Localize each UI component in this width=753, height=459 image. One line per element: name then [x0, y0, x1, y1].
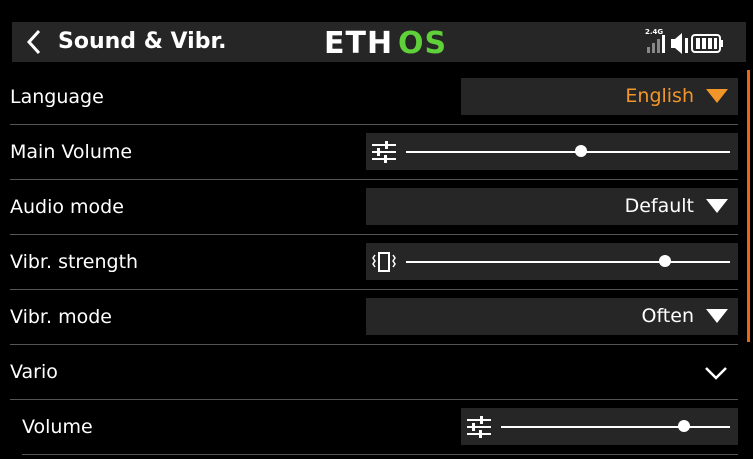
main-volume-slider[interactable]: [366, 133, 738, 170]
language-value: English: [625, 85, 694, 107]
row-vibr-mode: Vibr. mode Often: [0, 290, 738, 345]
audio-mode-value: Default: [624, 195, 694, 217]
vibr-strength-label: Vibr. strength: [10, 251, 139, 273]
battery-icon: [691, 34, 723, 53]
vibration-icon: [372, 252, 396, 272]
slider-track: [406, 151, 730, 153]
vario-label: Vario: [10, 361, 58, 383]
row-vario-volume: Volume: [0, 400, 738, 455]
header: Sound & Vibr. ETH OS 2.4G: [0, 0, 753, 70]
row-vario[interactable]: Vario: [0, 345, 738, 400]
speaker-icon: [671, 33, 688, 54]
audio-mode-dropdown[interactable]: Default: [366, 188, 738, 225]
screen: Sound & Vibr. ETH OS 2.4G Language Engli…: [0, 0, 753, 459]
divider: [22, 454, 738, 455]
vario-volume-label: Volume: [22, 416, 93, 438]
svg-text:OS: OS: [398, 26, 447, 60]
ethos-logo: ETH OS: [324, 26, 447, 60]
row-main-volume: Main Volume: [0, 125, 738, 180]
language-label: Language: [10, 86, 104, 108]
slider-knob[interactable]: [574, 145, 587, 157]
svg-text:2.4G: 2.4G: [645, 28, 663, 36]
vibr-mode-dropdown[interactable]: Often: [366, 298, 738, 335]
row-language: Language English: [0, 70, 738, 125]
signal-icon: 2.4G: [645, 28, 665, 53]
chevron-left-icon: [26, 29, 41, 55]
status-bar-icons: 2.4G: [645, 28, 723, 54]
slider-knob[interactable]: [659, 255, 672, 267]
scrollbar[interactable]: [747, 70, 750, 342]
language-dropdown[interactable]: English: [461, 78, 738, 115]
slider-settings-icon: [467, 416, 491, 438]
vibr-mode-label: Vibr. mode: [10, 306, 112, 328]
row-audio-mode: Audio mode Default: [0, 180, 738, 235]
vibr-strength-slider[interactable]: [366, 243, 738, 280]
status-icons: 2.4G: [640, 24, 750, 60]
vario-volume-slider[interactable]: [461, 408, 738, 445]
back-button[interactable]: [14, 22, 54, 62]
dropdown-arrow-icon: [706, 199, 728, 213]
vibr-mode-value: Often: [641, 305, 695, 327]
page-title: Sound & Vibr.: [58, 29, 227, 54]
slider-knob[interactable]: [678, 420, 691, 432]
main-volume-label: Main Volume: [10, 141, 133, 163]
chevron-down-icon[interactable]: [704, 363, 728, 383]
slider-track: [406, 261, 730, 263]
dropdown-arrow-icon: [706, 309, 728, 323]
slider-track: [501, 426, 730, 428]
audio-mode-label: Audio mode: [10, 196, 124, 218]
svg-text:ETH: ETH: [324, 26, 393, 60]
slider-settings-icon: [372, 141, 396, 163]
dropdown-arrow-icon: [706, 89, 728, 103]
row-vibr-strength: Vibr. strength: [0, 235, 738, 290]
